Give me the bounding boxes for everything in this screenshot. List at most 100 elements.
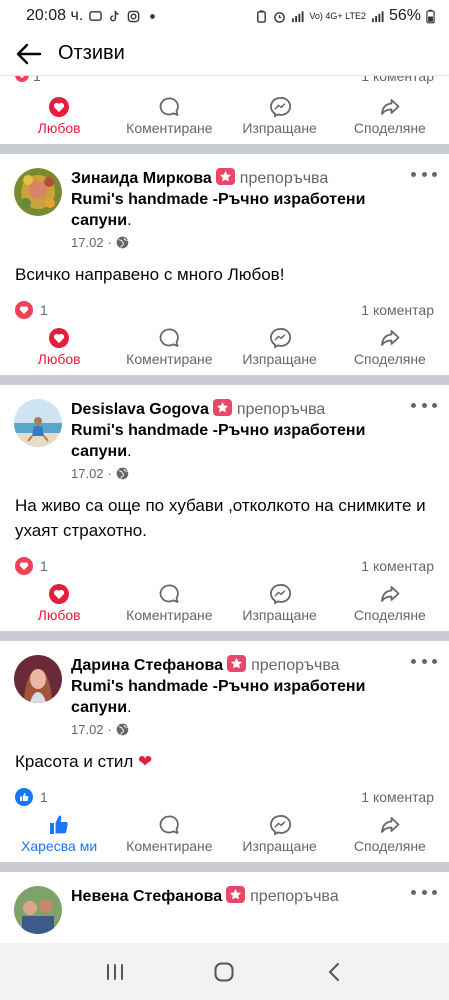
heart-filled-icon <box>49 584 70 604</box>
page-name[interactable]: Rumi's handmade -Ръчно изработени сапуни <box>71 191 365 229</box>
heart-filled-icon <box>49 328 70 348</box>
post-divider <box>0 375 449 385</box>
send-label: Изпращане <box>242 351 317 367</box>
post-date[interactable]: 17.02 <box>71 235 104 250</box>
instagram-icon <box>127 10 140 22</box>
comment-button[interactable]: Коментиране <box>114 583 224 623</box>
post-text: Всичко направено с много Любов! <box>15 265 285 284</box>
love-reaction-icon[interactable] <box>15 301 33 319</box>
avatar[interactable] <box>14 655 62 703</box>
recommend-star-icon <box>227 655 247 672</box>
alarm-icon <box>274 11 286 23</box>
comment-button[interactable]: Коментиране <box>114 814 224 854</box>
like-button[interactable]: Харесва ми <box>4 814 114 854</box>
share-button[interactable]: Споделяне <box>335 96 445 136</box>
avatar[interactable] <box>14 168 62 216</box>
comment-label: Коментиране <box>126 120 213 136</box>
page-name[interactable]: Rumi's handmade -Ръчно изработени сапуни <box>71 678 365 716</box>
comment-button[interactable]: Коментиране <box>114 96 224 136</box>
love-button[interactable]: Любов <box>4 327 114 367</box>
send-button[interactable]: Изпращане <box>225 96 335 136</box>
share-arrow-icon <box>380 330 400 346</box>
share-button[interactable]: Споделяне <box>335 814 445 854</box>
battery-icon <box>426 9 435 23</box>
comments-count[interactable]: 1 коментар <box>361 302 434 318</box>
recommend-star-icon <box>226 886 246 903</box>
more-options-button[interactable] <box>411 653 437 669</box>
review-post: Дарина Стефанова препоръчва Rumi's handma… <box>0 641 449 862</box>
author-name[interactable]: Невена Стефанова <box>71 888 222 905</box>
network-type: Vo) 4G+ LTE2 <box>309 10 366 21</box>
send-button[interactable]: Изпращане <box>225 327 335 367</box>
status-bar: 20:08 ч. Vo) 4G+ LTE2 56% <box>0 0 449 32</box>
recent-apps-icon <box>106 963 123 980</box>
more-options-button[interactable] <box>411 166 437 182</box>
messenger-icon <box>269 815 291 836</box>
reaction-count[interactable]: 1 <box>40 789 48 805</box>
author-name[interactable]: Desislava Gogova <box>71 401 209 418</box>
post-date[interactable]: 17.02 <box>71 466 104 481</box>
partial-comments-count[interactable]: 1 коментар <box>361 76 434 84</box>
recommend-star-icon <box>212 399 232 416</box>
reaction-summary: 1 1 коментар <box>0 287 449 321</box>
thumbs-up-filled-icon <box>50 815 68 834</box>
partial-reaction-count: 1 <box>33 76 41 84</box>
post-date[interactable]: 17.02 <box>71 722 104 737</box>
globe-icon <box>116 236 129 249</box>
partial-action-bar: Любов Коментиране Изпращане Споделяне <box>0 88 449 144</box>
reviews-feed[interactable]: 1 1 коментар Любов Коментиране Изпращане… <box>0 76 449 943</box>
share-button[interactable]: Споделяне <box>335 583 445 623</box>
tiktok-icon <box>110 10 120 21</box>
more-options-button[interactable] <box>411 397 437 413</box>
comments-count[interactable]: 1 коментар <box>361 789 434 805</box>
signal-1-icon <box>292 10 304 22</box>
share-label: Споделяне <box>353 607 426 623</box>
love-button[interactable]: Любов <box>4 96 114 136</box>
speech-bubble-icon <box>160 97 180 116</box>
share-button[interactable]: Споделяне <box>335 327 445 367</box>
send-button[interactable]: Изпращане <box>225 814 335 854</box>
home-button[interactable] <box>204 952 244 992</box>
heart-filled-icon <box>49 97 70 117</box>
review-post: Desislava Gogova препоръчва Rumi's handma… <box>0 385 449 631</box>
share-arrow-icon <box>380 586 400 602</box>
recent-apps-button[interactable] <box>95 952 135 992</box>
more-options-button[interactable] <box>411 884 437 900</box>
page-name[interactable]: Rumi's handmade -Ръчно изработени сапуни <box>71 422 365 460</box>
love-label: Любов <box>37 120 81 136</box>
love-button[interactable]: Любов <box>4 583 114 623</box>
notification-dot-icon <box>150 13 156 19</box>
recommends-text: препоръчва <box>250 888 339 905</box>
page-title: Отзиви <box>58 42 125 64</box>
avatar[interactable] <box>14 886 62 934</box>
author-name[interactable]: Дарина Стефанова <box>71 657 223 674</box>
love-reaction-icon[interactable] <box>15 557 33 575</box>
author-name[interactable]: Зинаида Миркова <box>71 170 212 187</box>
home-icon <box>214 962 234 981</box>
post-divider <box>0 144 449 154</box>
speech-bubble-icon <box>160 815 180 834</box>
chevron-left-icon <box>329 962 340 981</box>
speech-bubble-icon <box>160 328 180 347</box>
comment-button[interactable]: Коментиране <box>114 327 224 367</box>
status-time: 20:08 ч. <box>26 7 84 24</box>
reaction-count[interactable]: 1 <box>40 558 48 574</box>
post-header: Дарина Стефанова препоръчва Rumi's handma… <box>0 641 449 737</box>
comment-label: Коментиране <box>126 607 213 623</box>
comments-count[interactable]: 1 коментар <box>361 558 434 574</box>
post-header: Зинаида Миркова препоръчва Rumi's handmad… <box>0 154 449 250</box>
recommends-text: препоръчва <box>236 401 326 418</box>
share-label: Споделяне <box>353 838 426 854</box>
send-button[interactable]: Изпращане <box>225 583 335 623</box>
system-back-button[interactable] <box>314 952 354 992</box>
like-reaction-icon[interactable] <box>15 788 33 806</box>
speech-bubble-icon <box>160 584 180 603</box>
reaction-count[interactable]: 1 <box>40 302 48 318</box>
avatar[interactable] <box>14 399 62 447</box>
globe-icon <box>116 467 129 480</box>
post-divider <box>0 631 449 641</box>
share-label: Споделяне <box>353 351 426 367</box>
send-label: Изпращане <box>242 607 317 623</box>
back-button[interactable] <box>14 39 44 69</box>
partial-reaction-summary: 1 1 коментар <box>0 76 449 88</box>
